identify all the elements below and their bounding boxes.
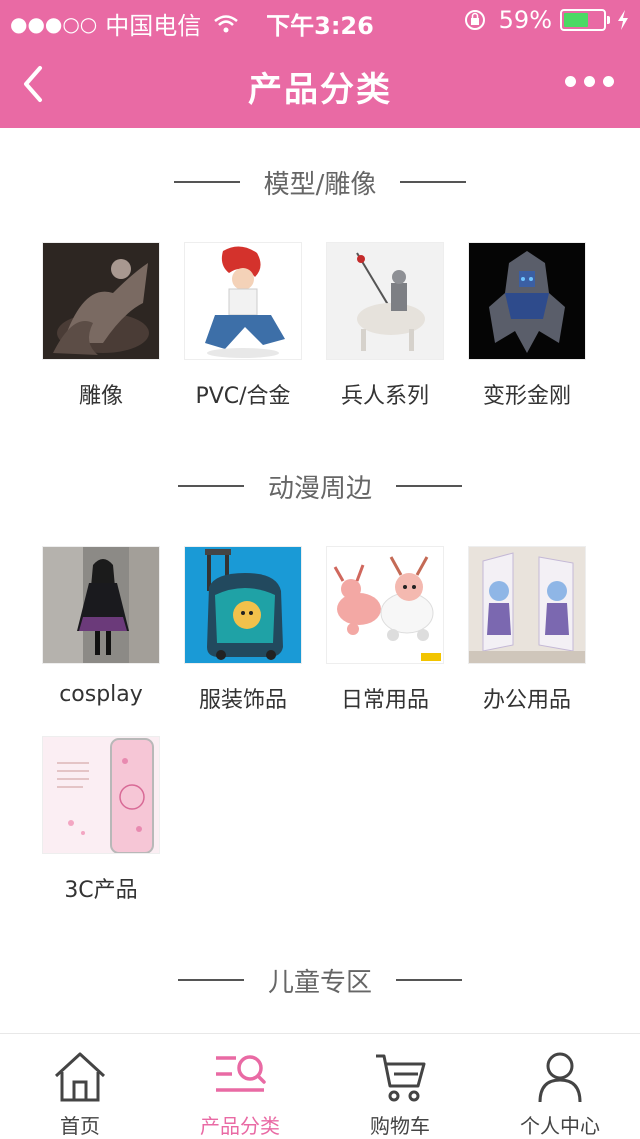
category-item-cosplay[interactable]: cosplay [30,546,172,707]
profile-icon [538,1052,582,1103]
statue-thumbnail [42,242,160,360]
tab-home[interactable]: 首页 [0,1034,160,1138]
office-supplies-thumbnail [468,546,586,664]
category-label: cosplay [59,682,143,707]
daily-goods-thumbnail [326,546,444,664]
category-label: 变形金刚 [482,384,571,409]
section-title: 儿童专区 [267,967,372,998]
category-item-statue[interactable]: 雕像 [30,242,172,410]
3c-products-thumbnail [42,736,160,854]
status-bar: ●●●○○ 中国电信 下午3:26 59% [0,0,640,40]
battery-percent: 59% [498,6,552,34]
category-label: 日常用品 [340,688,429,713]
category-content[interactable]: 模型/雕像 雕像 PVC/合金 兵人系列 变形金刚 动漫周边 cosplay 服… [0,128,640,1033]
category-item-apparel[interactable]: 服装饰品 [172,546,314,714]
tab-cart[interactable]: 购物车 [320,1034,480,1138]
section-title: 模型/雕像 [263,169,377,200]
category-label: 雕像 [78,384,123,409]
category-label: 服装饰品 [198,688,287,713]
home-icon [54,1052,106,1102]
section-title: 动漫周边 [267,473,372,504]
category-item-daily[interactable]: 日常用品 [314,546,456,714]
section-header-kids: 儿童专区 [0,960,640,1000]
category-item-pvc-alloy[interactable]: PVC/合金 [172,242,314,410]
tab-label: 首页 [60,1114,100,1138]
category-icon [216,1055,266,1092]
apparel-thumbnail [184,546,302,664]
category-label: 兵人系列 [340,384,429,409]
transformers-thumbnail [468,242,586,360]
tab-label: 产品分类 [200,1114,280,1138]
bottom-tab-bar: 首页 产品分类 购物车 个人中心 [0,1033,640,1138]
tab-label: 个人中心 [520,1114,600,1138]
soldier-figure-thumbnail [326,242,444,360]
more-icon[interactable] [565,76,614,87]
category-label: PVC/合金 [195,384,291,409]
category-label: 办公用品 [482,688,571,713]
category-item-soldier[interactable]: 兵人系列 [314,242,456,410]
category-item-3c[interactable]: 3C产品 [30,736,172,904]
cosplay-thumbnail [42,546,160,664]
category-item-transformers[interactable]: 变形金刚 [456,242,598,410]
cart-icon [376,1054,426,1102]
charging-icon [618,10,628,30]
category-item-office[interactable]: 办公用品 [456,546,598,714]
pvc-figure-thumbnail [184,242,302,360]
battery-icon [560,9,610,31]
category-label: 3C产品 [64,878,138,903]
navigation-bar: 产品分类 [0,40,640,128]
page-title: 产品分类 [248,70,392,110]
rotation-lock-icon [464,10,485,30]
tab-categories[interactable]: 产品分类 [160,1034,320,1138]
section-header-models: 模型/雕像 [0,162,640,202]
tab-profile[interactable]: 个人中心 [480,1034,640,1138]
section-header-anime: 动漫周边 [0,466,640,506]
tab-label: 购物车 [370,1114,430,1138]
